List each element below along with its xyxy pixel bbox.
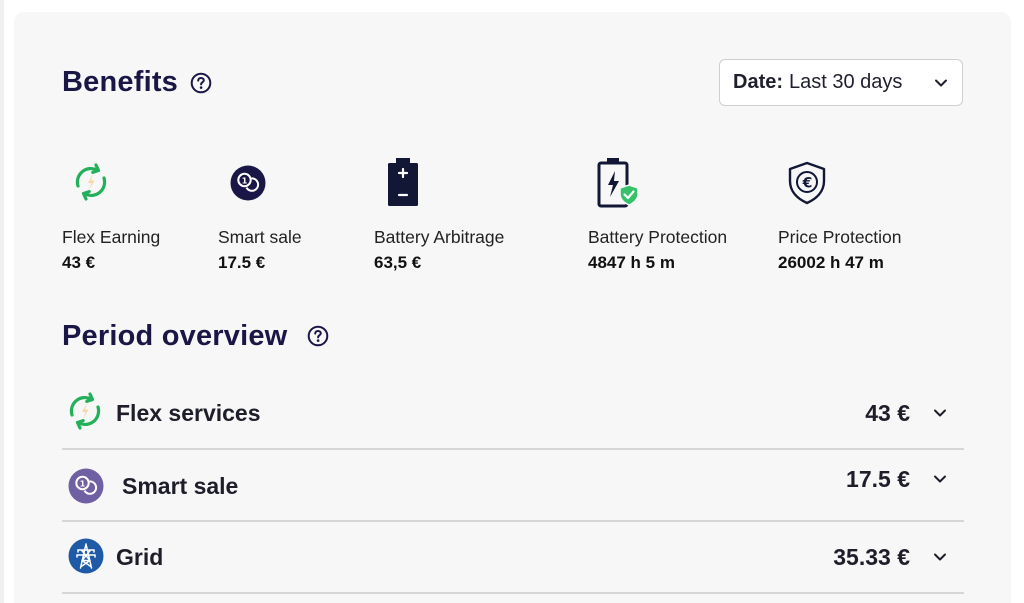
chevron-down-icon[interactable] (932, 471, 948, 487)
flex-recycle-icon (69, 392, 101, 430)
benefits-card: Benefits Date: Last 30 days Flex Earning… (14, 12, 1011, 603)
benefit-label: Price Protection (778, 227, 902, 247)
overview-row-label: Smart sale (122, 473, 239, 499)
overview-row-flex-services[interactable]: Flex services 43 € (62, 377, 964, 449)
euro-shield-icon: € (788, 161, 826, 205)
svg-text:1: 1 (80, 479, 86, 488)
benefit-label: Battery Protection (588, 227, 728, 247)
chevron-down-icon (935, 79, 947, 86)
date-filter-dropdown[interactable]: Date: Last 30 days (719, 59, 963, 106)
date-filter-value: Last 30 days (789, 71, 903, 93)
chevron-down-icon[interactable] (932, 549, 948, 565)
overview-row-label: Grid (116, 544, 164, 570)
benefit-label: Smart sale (218, 227, 302, 247)
chevron-down-icon[interactable] (932, 405, 948, 421)
overview-row-value: 43 € (865, 400, 910, 426)
power-pylon-icon (68, 538, 104, 574)
benefit-label: Battery Arbitrage (374, 227, 505, 247)
svg-text:1: 1 (242, 176, 248, 185)
benefit-value: 4847 h 5 m (588, 253, 675, 272)
battery-plus-minus-icon (388, 158, 418, 206)
benefits-title: Benefits (62, 66, 179, 98)
coins-icon: 1 (230, 165, 266, 201)
left-edge (0, 0, 4, 603)
benefit-value: 43 € (62, 253, 96, 272)
benefit-value: 63,5 € (374, 253, 422, 272)
overview-row-value: 17.5 € (846, 466, 910, 492)
overview-row-smart-sale[interactable]: 1 Smart sale 17.5 € (62, 449, 964, 521)
date-filter-label: Date: (733, 71, 784, 93)
question-circle-icon[interactable] (190, 72, 212, 94)
row-divider (62, 592, 964, 594)
svg-text:€: € (802, 176, 813, 192)
question-circle-icon[interactable] (307, 325, 329, 347)
overview-row-grid[interactable]: Grid 35.33 € (62, 521, 964, 593)
benefit-value: 17.5 € (218, 253, 266, 272)
benefit-label: Flex Earning (62, 227, 161, 247)
coins-icon: 1 (68, 468, 104, 504)
period-overview-title: Period overview (62, 320, 288, 352)
battery-shield-icon (597, 158, 639, 208)
overview-row-value: 35.33 € (833, 544, 910, 570)
overview-row-label: Flex services (116, 400, 261, 426)
flex-recycle-icon (75, 163, 107, 201)
benefit-value: 26002 h 47 m (778, 253, 884, 272)
